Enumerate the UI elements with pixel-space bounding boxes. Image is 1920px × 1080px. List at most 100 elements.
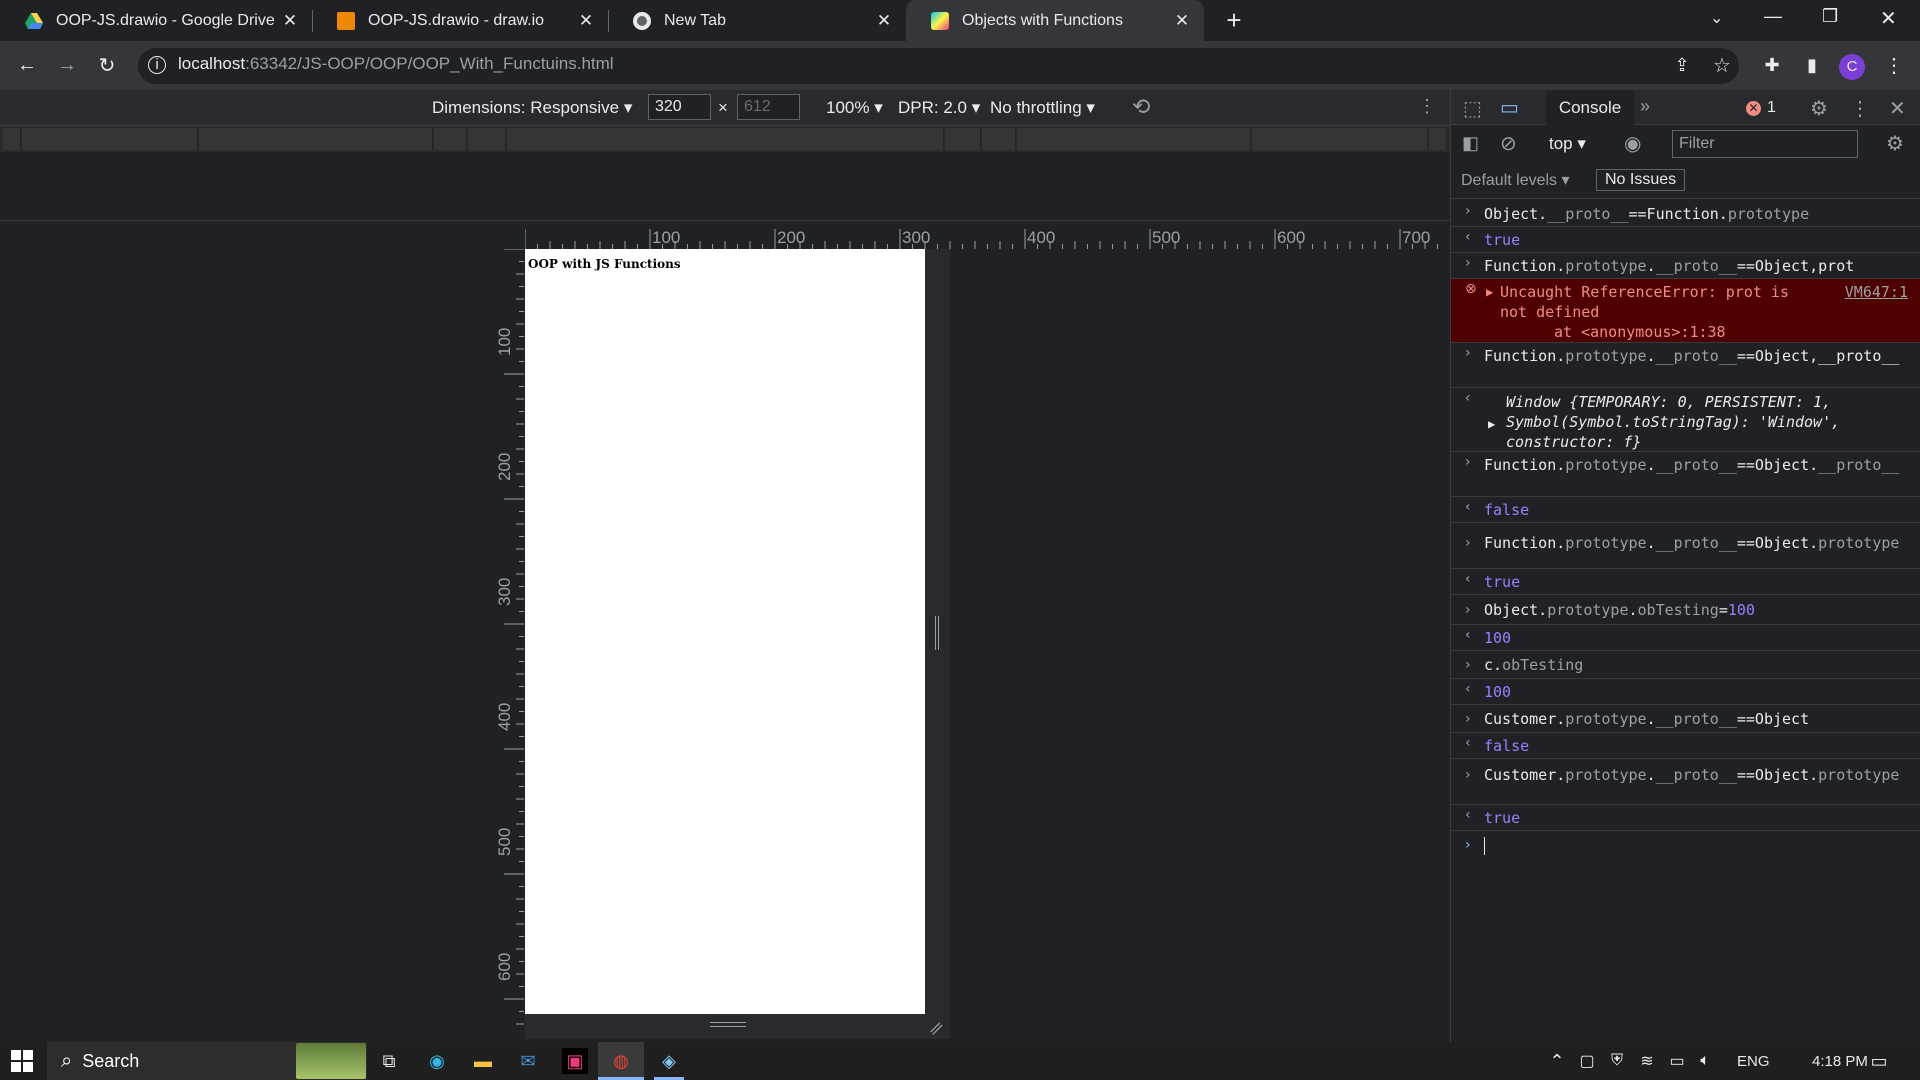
throttling-select[interactable]: No throttling ▾ bbox=[990, 98, 1095, 118]
devtools-menu-icon[interactable]: ⋮ bbox=[1850, 96, 1870, 121]
battery-icon[interactable]: ▭ bbox=[1664, 1048, 1690, 1074]
console-input-line[interactable]: › c.obTesting bbox=[1451, 651, 1920, 679]
live-expression-eye-icon[interactable]: ◉ bbox=[1624, 131, 1641, 156]
tray-chevron-icon[interactable]: ⌃ bbox=[1544, 1048, 1570, 1074]
media-query-cell[interactable] bbox=[1252, 128, 1428, 150]
clock[interactable]: 4:18 PM bbox=[1812, 1053, 1868, 1070]
tray-device-icon[interactable]: ▢ bbox=[1574, 1048, 1600, 1074]
close-tab-icon[interactable]: ✕ bbox=[874, 11, 894, 31]
expand-triangle-icon[interactable]: ▶ bbox=[1488, 414, 1495, 434]
console-settings-icon[interactable]: ⚙ bbox=[1886, 131, 1904, 156]
tab-console[interactable]: Console bbox=[1546, 90, 1634, 125]
url-text[interactable]: localhost:63342/JS-OOP/OOP/OOP_With_Func… bbox=[178, 54, 614, 74]
edge-icon[interactable]: ◉ bbox=[424, 1048, 450, 1074]
inspect-element-icon[interactable]: ⬚ bbox=[1463, 96, 1482, 121]
chrome-menu-icon[interactable]: ⋮ bbox=[1878, 49, 1910, 81]
close-tab-icon[interactable]: ✕ bbox=[576, 11, 596, 31]
mail-icon[interactable]: ✉ bbox=[515, 1048, 541, 1074]
console-object-line[interactable]: ‹ ▶ Window {TEMPORARY: 0, PERSISTENT: 1, S… bbox=[1451, 388, 1920, 452]
bookmark-star-icon[interactable]: ☆ bbox=[1706, 49, 1738, 81]
close-tab-icon[interactable]: ✕ bbox=[1172, 11, 1192, 31]
windows-start-icon[interactable] bbox=[11, 1050, 33, 1072]
chrome-taskbar-icon[interactable]: ◍ bbox=[608, 1048, 634, 1074]
output-chevron-icon: ‹ bbox=[1465, 571, 1471, 587]
minimize-button[interactable]: — bbox=[1764, 6, 1782, 27]
side-panel-icon[interactable]: ▮ bbox=[1796, 49, 1828, 81]
notifications-icon[interactable]: ▭ bbox=[1866, 1048, 1892, 1074]
restore-button[interactable]: ❐ bbox=[1822, 6, 1838, 27]
tab-drawio[interactable]: OOP-JS.drawio - draw.io ✕ bbox=[312, 0, 608, 41]
ruler-label: 500 bbox=[1152, 228, 1181, 247]
resize-handle-right[interactable] bbox=[925, 249, 950, 1014]
media-query-cell[interactable] bbox=[945, 128, 981, 150]
console-input-line[interactable]: › Customer.prototype.__proto__==Object bbox=[1451, 705, 1920, 733]
close-window-button[interactable]: ✕ bbox=[1880, 6, 1897, 31]
console-error-line[interactable]: ⊗ ▶ Uncaught ReferenceError: prot is not… bbox=[1451, 279, 1920, 343]
width-input[interactable]: 320 bbox=[648, 94, 711, 120]
console-input-line[interactable]: › Function.prototype.__proto__==Object,pr… bbox=[1451, 253, 1920, 279]
console-input-line[interactable]: › Object.__proto__==Function.prototype bbox=[1451, 201, 1920, 227]
more-tabs-icon[interactable]: » bbox=[1640, 96, 1650, 117]
tab-objects-with-functions[interactable]: Objects with Functions ✕ bbox=[906, 0, 1204, 41]
tab-google-drive[interactable]: OOP-JS.drawio - Google Drive ✕ bbox=[0, 0, 312, 41]
height-input[interactable]: 612 bbox=[737, 94, 800, 120]
filter-input[interactable]: Filter bbox=[1672, 130, 1858, 158]
console-input-line[interactable]: › Function.prototype.__proto__==Object.__… bbox=[1451, 452, 1920, 497]
volume-icon[interactable]: 🔈︎ bbox=[1692, 1048, 1718, 1074]
dpr-select[interactable]: DPR: 2.0 ▾ bbox=[898, 98, 980, 118]
ruler-label: 700 bbox=[1402, 228, 1431, 247]
app-taskbar-icon[interactable]: ◈ bbox=[656, 1048, 682, 1074]
console-input-line[interactable]: › Function.prototype.__proto__==Object.pr… bbox=[1451, 523, 1920, 569]
wifi-icon[interactable]: ≋ bbox=[1634, 1048, 1660, 1074]
rotate-icon[interactable]: ⟲ bbox=[1132, 94, 1150, 120]
forward-button[interactable]: → bbox=[51, 49, 83, 81]
reload-button[interactable]: ↻ bbox=[91, 49, 123, 81]
extensions-icon[interactable]: ✚ bbox=[1756, 49, 1788, 81]
media-query-cell[interactable] bbox=[1017, 128, 1251, 150]
input-chevron-icon: › bbox=[1465, 203, 1471, 219]
tray-security-icon[interactable]: ⛨ bbox=[1604, 1048, 1630, 1074]
tab-new-tab[interactable]: New Tab ✕ bbox=[608, 0, 906, 41]
tab-search-chevron-icon[interactable]: ⌄ bbox=[1710, 8, 1723, 28]
media-query-cell[interactable] bbox=[468, 128, 506, 150]
clear-console-icon[interactable]: ⊘ bbox=[1500, 131, 1517, 156]
settings-gear-icon[interactable]: ⚙ bbox=[1810, 96, 1828, 121]
media-query-cell[interactable] bbox=[3, 128, 21, 150]
input-chevron-icon: › bbox=[1465, 657, 1471, 673]
task-view-icon[interactable]: ⧉ bbox=[376, 1048, 402, 1074]
close-tab-icon[interactable]: ✕ bbox=[280, 11, 300, 31]
media-query-cell[interactable] bbox=[199, 128, 433, 150]
issues-button[interactable]: No Issues bbox=[1596, 169, 1686, 191]
file-explorer-icon[interactable]: ▬ bbox=[470, 1048, 496, 1074]
language-indicator[interactable]: ENG bbox=[1737, 1053, 1770, 1070]
media-query-cell[interactable] bbox=[1429, 128, 1447, 150]
share-icon[interactable]: ⇪ bbox=[1666, 49, 1698, 81]
prompt-chevron-icon: › bbox=[1465, 837, 1471, 853]
media-query-cell[interactable] bbox=[982, 128, 1016, 150]
error-count-badge[interactable]: ✕ 1 bbox=[1746, 99, 1776, 117]
site-info-icon[interactable]: i bbox=[148, 56, 166, 74]
device-toggle-icon[interactable]: ▭ bbox=[1500, 95, 1519, 120]
media-query-cell[interactable] bbox=[507, 128, 944, 150]
new-tab-button[interactable]: + bbox=[1220, 6, 1248, 34]
zoom-select[interactable]: 100% ▾ bbox=[826, 98, 883, 118]
context-select[interactable]: top ▾ bbox=[1549, 134, 1586, 154]
console-prompt[interactable]: › bbox=[1451, 831, 1920, 859]
log-levels-select[interactable]: Default levels ▾ bbox=[1461, 170, 1570, 190]
device-more-icon[interactable]: ⋮ bbox=[1418, 96, 1436, 117]
resize-handle-bottom[interactable] bbox=[525, 1014, 950, 1039]
media-query-cell[interactable] bbox=[22, 128, 198, 150]
sidebar-toggle-icon[interactable]: ◧ bbox=[1462, 133, 1479, 154]
media-query-cell[interactable] bbox=[434, 128, 467, 150]
console-input-line[interactable]: › Function.prototype.__proto__==Object,__… bbox=[1451, 343, 1920, 388]
back-button[interactable]: ← bbox=[11, 49, 43, 81]
webstorm-taskbar-icon[interactable]: ▣ bbox=[562, 1048, 588, 1074]
console-input-line[interactable]: › Object.prototype.obTesting=100 bbox=[1451, 595, 1920, 625]
avatar[interactable]: C bbox=[1839, 54, 1865, 80]
close-devtools-icon[interactable]: ✕ bbox=[1889, 96, 1906, 121]
input-chevron-icon: › bbox=[1465, 767, 1471, 783]
expand-triangle-icon[interactable]: ▶ bbox=[1486, 282, 1493, 302]
console-input-line[interactable]: › Customer.prototype.__proto__==Object.pr… bbox=[1451, 759, 1920, 805]
source-link[interactable]: VM647:1 bbox=[1845, 282, 1908, 302]
dimensions-select[interactable]: Dimensions: Responsive ▾ bbox=[432, 98, 632, 118]
